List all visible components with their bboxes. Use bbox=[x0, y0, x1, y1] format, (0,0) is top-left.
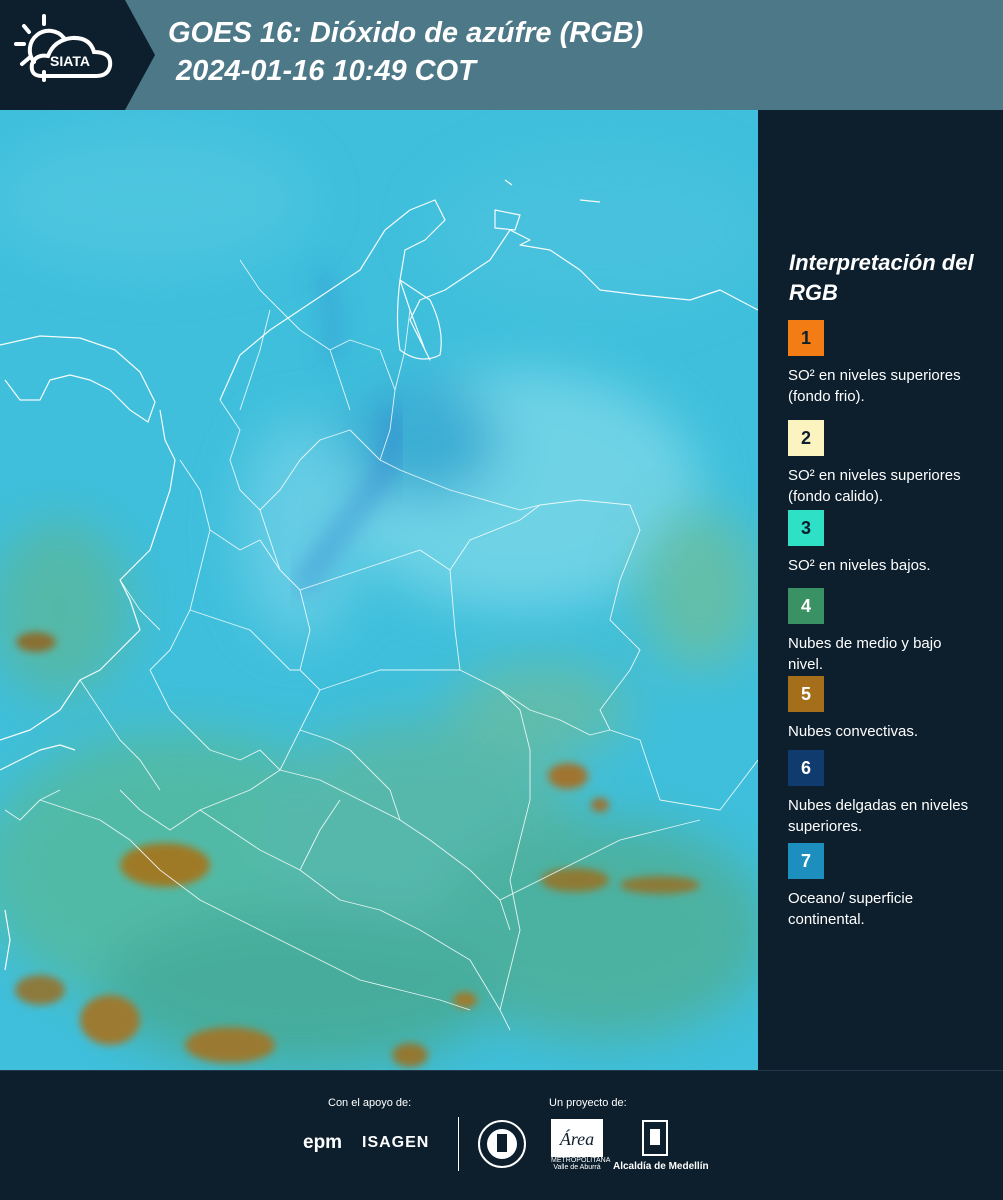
map-svg bbox=[0, 110, 758, 1070]
medellin-shield-icon bbox=[642, 1120, 668, 1156]
university-seal-icon bbox=[478, 1120, 526, 1168]
svg-text:Área: Área bbox=[559, 1128, 594, 1149]
legend-text: Nubes de medio y bajo nivel. bbox=[788, 635, 942, 673]
legend-item-6: 6 Nubes delgadas en niveles superiores. bbox=[788, 750, 988, 837]
legend-swatch: 1 bbox=[788, 320, 824, 356]
legend-text: Nubes delgadas en niveles superiores. bbox=[788, 797, 969, 835]
legend-item-2: 2 SO² en niveles superiores (fondo calido… bbox=[788, 420, 988, 507]
legend-item-5: 5 Nubes convectivas. bbox=[788, 676, 988, 742]
legend-text: SO² en niveles superiores (fondo frio). bbox=[788, 367, 961, 405]
legend-swatch: 5 bbox=[788, 676, 824, 712]
area-metropolitana-logo: Área bbox=[551, 1119, 603, 1157]
legend-text: SO² en niveles bajos. bbox=[788, 557, 931, 574]
legend-swatch: 6 bbox=[788, 750, 824, 786]
project-label: Un proyecto de: bbox=[549, 1097, 627, 1109]
satellite-map bbox=[0, 110, 758, 1070]
legend-item-1: 1 SO² en niveles superiores (fondo frio). bbox=[788, 320, 988, 407]
legend-swatch: 2 bbox=[788, 420, 824, 456]
siata-logo: SIATA bbox=[0, 0, 155, 110]
isagen-logo: ISAGEN bbox=[362, 1134, 430, 1151]
sun-cloud-icon: SIATA bbox=[14, 14, 113, 82]
header: SIATA GOES 16: Dióxido de azúfre (RGB) 2… bbox=[0, 0, 1003, 110]
footer-divider bbox=[458, 1117, 459, 1171]
legend-swatch: 3 bbox=[788, 510, 824, 546]
title-line-1: GOES 16: Dióxido de azúfre (RGB) bbox=[168, 17, 644, 49]
support-label: Con el apoyo de: bbox=[328, 1097, 412, 1109]
legend-title: Interpretación del RGB bbox=[789, 250, 974, 305]
svg-text:SIATA: SIATA bbox=[50, 53, 90, 69]
legend-panel: Interpretación del RGB 1 SO² en niveles s… bbox=[758, 110, 1003, 1070]
legend-item-7: 7 Oceano/ superficie continental. bbox=[788, 843, 988, 930]
footer: Con el apoyo de: Un proyecto de: epm ISA… bbox=[0, 1070, 1003, 1200]
page-title: GOES 16: Dióxido de azúfre (RGB) 2024-01… bbox=[168, 14, 643, 90]
epm-logo: epm bbox=[303, 1132, 343, 1153]
legend-text: Nubes convectivas. bbox=[788, 723, 919, 740]
legend-swatch: 7 bbox=[788, 843, 824, 879]
legend-text: Oceano/ superficie continental. bbox=[788, 890, 914, 928]
legend-item-4: 4 Nubes de medio y bajo nivel. bbox=[788, 588, 988, 675]
legend-text: SO² en niveles superiores (fondo calido)… bbox=[788, 467, 961, 505]
legend-swatch: 4 bbox=[788, 588, 824, 624]
alcaldia-label: Alcaldía de Medellín bbox=[613, 1161, 709, 1172]
area-subtitle: METROPOLITANA Valle de Aburrá bbox=[551, 1157, 611, 1171]
legend-item-3: 3 SO² en niveles bajos. bbox=[788, 510, 988, 576]
title-line-2: 2024-01-16 10:49 COT bbox=[168, 55, 476, 87]
